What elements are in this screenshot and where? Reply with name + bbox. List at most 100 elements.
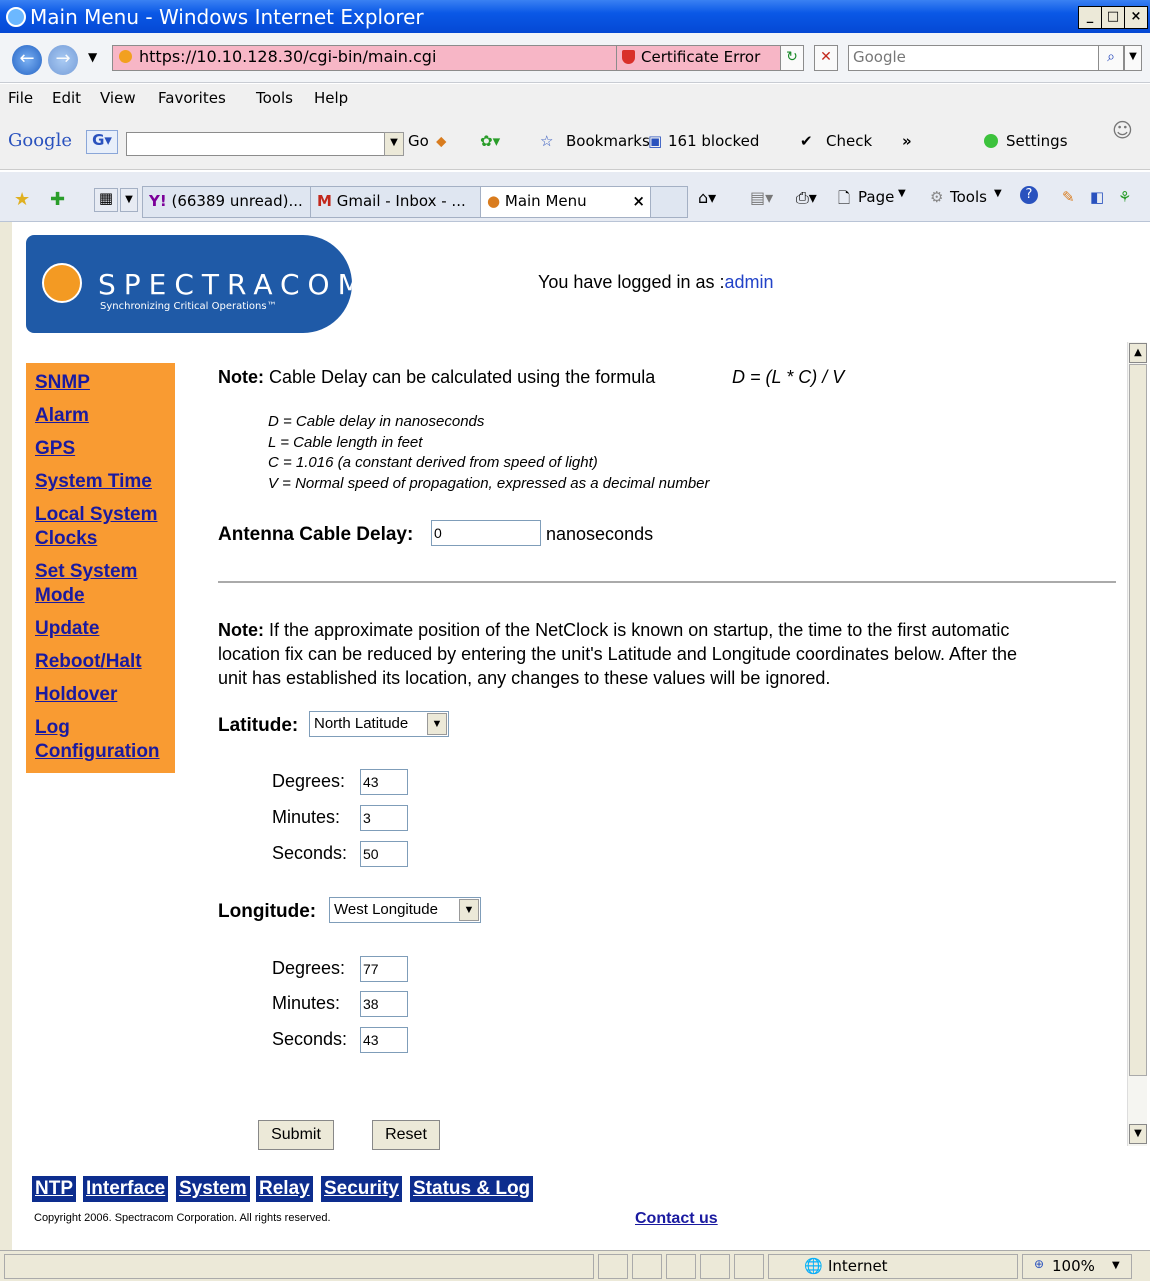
sidebar-item-local-system-clocks-2[interactable]: Clocks: [35, 527, 97, 551]
tools-menu-dropdown-icon[interactable]: ▼: [994, 188, 1002, 199]
settings-button[interactable]: Settings: [1006, 132, 1068, 150]
page-menu-dropdown-icon[interactable]: ▼: [898, 188, 906, 199]
scroll-down-icon[interactable]: ▼: [1129, 1124, 1147, 1144]
sidebar-item-system-time[interactable]: System Time: [35, 470, 152, 494]
lat-degrees-input[interactable]: [360, 769, 408, 795]
chevron-down-icon: ▼: [427, 713, 447, 735]
chevron-more-icon[interactable]: »: [902, 132, 912, 150]
print-icon[interactable]: ⎙▾: [796, 188, 817, 208]
reset-button[interactable]: Reset: [372, 1120, 440, 1150]
nav-status-log[interactable]: Status & Log: [410, 1176, 534, 1202]
puzzle-icon[interactable]: ✿▾: [480, 132, 500, 150]
settings-status-icon: [984, 134, 998, 148]
spellcheck-icon: ✔: [800, 132, 813, 150]
tab-list-icon[interactable]: ▼: [120, 188, 138, 212]
nav-relay[interactable]: Relay: [256, 1176, 313, 1202]
nav-interface[interactable]: Interface: [83, 1176, 169, 1202]
sidebar-item-update[interactable]: Update: [35, 617, 99, 641]
tab-gmail[interactable]: M Gmail - Inbox - ...: [310, 186, 484, 218]
nav-system[interactable]: System: [176, 1176, 250, 1202]
google-g-icon[interactable]: G▾: [86, 130, 118, 154]
menu-file[interactable]: File: [8, 89, 33, 107]
lon-degrees-input[interactable]: [360, 956, 408, 982]
sidebar-item-snmp[interactable]: SNMP: [35, 371, 90, 395]
lon-minutes-input[interactable]: [360, 991, 408, 1017]
sidebar-item-log-configuration[interactable]: Log: [35, 716, 70, 740]
sidebar-item-reboot-halt[interactable]: Reboot/Halt: [35, 650, 142, 674]
feeds-icon[interactable]: ▤▾: [750, 188, 773, 207]
scroll-thumb[interactable]: [1129, 364, 1147, 1076]
search-options-icon[interactable]: ▼: [1124, 45, 1142, 71]
star-icon: ☆: [540, 132, 554, 150]
lon-seconds-input[interactable]: [360, 1027, 408, 1053]
chevron-down-icon: ▼: [459, 899, 479, 921]
stop-icon[interactable]: ✕: [814, 45, 838, 71]
bookmarks-button[interactable]: Bookmarks: [566, 132, 650, 150]
menu-favorites[interactable]: Favorites: [158, 89, 226, 107]
account-icon[interactable]: ☺: [1112, 118, 1133, 142]
menu-edit[interactable]: Edit: [52, 89, 81, 107]
back-button[interactable]: ←: [12, 45, 42, 75]
maximize-button[interactable]: □: [1101, 6, 1125, 29]
lat-minutes-input[interactable]: [360, 805, 408, 831]
popup-icon[interactable]: ⬥: [436, 132, 447, 150]
new-tab-button[interactable]: [650, 186, 688, 218]
go-button[interactable]: Go: [408, 132, 429, 150]
messenger-icon[interactable]: ◧: [1090, 188, 1104, 206]
certificate-error-button[interactable]: Certificate Error: [616, 45, 798, 71]
sidebar-item-gps[interactable]: GPS: [35, 437, 75, 461]
status-panel: [734, 1254, 764, 1279]
sidebar-item-alarm[interactable]: Alarm: [35, 404, 89, 428]
google-search-dropdown-icon[interactable]: ▼: [384, 132, 404, 156]
sidebar-item-set-system-mode[interactable]: Set System: [35, 560, 137, 584]
contact-link[interactable]: Contact us: [635, 1210, 718, 1228]
vertical-scrollbar[interactable]: ▲ ▼: [1127, 342, 1147, 1146]
forward-button[interactable]: →: [48, 45, 78, 75]
sidebar-item-log-configuration-2[interactable]: Configuration: [35, 740, 160, 764]
menu-help[interactable]: Help: [314, 89, 348, 107]
longitude-select[interactable]: West Longitude ▼: [329, 897, 481, 923]
scroll-up-icon[interactable]: ▲: [1129, 343, 1147, 363]
lat-seconds-input[interactable]: [360, 841, 408, 867]
menu-tools[interactable]: Tools: [256, 89, 293, 107]
research-icon[interactable]: ✎: [1062, 188, 1075, 206]
address-field[interactable]: https://10.10.128.30/cgi-bin/main.cgi ▼: [112, 45, 640, 71]
help-icon[interactable]: ?: [1020, 186, 1038, 204]
search-icon[interactable]: ⌕: [1098, 45, 1124, 71]
close-window-button[interactable]: ×: [1124, 6, 1148, 29]
cable-delay-input[interactable]: [431, 520, 541, 546]
page-menu[interactable]: Page: [858, 188, 894, 206]
submit-button[interactable]: Submit: [258, 1120, 334, 1150]
quick-tabs-icon[interactable]: ▦: [94, 188, 118, 212]
latitude-select[interactable]: North Latitude ▼: [309, 711, 449, 737]
home-icon[interactable]: ⌂▾: [698, 188, 716, 207]
sidebar-item-local-system-clocks[interactable]: Local System: [35, 503, 158, 527]
minimize-button[interactable]: _: [1078, 6, 1102, 29]
sidebar-item-set-system-mode-2[interactable]: Mode: [35, 584, 85, 608]
zoom-level[interactable]: 100%: [1052, 1257, 1095, 1275]
add-favorite-icon[interactable]: ✚: [50, 189, 65, 210]
tab-main-menu[interactable]: ● Main Menu ×: [480, 186, 654, 218]
nav-ntp[interactable]: NTP: [32, 1176, 76, 1202]
addon-icon[interactable]: ⚘: [1118, 188, 1131, 206]
popup-blocked-count[interactable]: 161 blocked: [668, 132, 759, 150]
longitude-selected: West Longitude: [334, 901, 438, 918]
definition-c: C = 1.016 (a constant derived from speed…: [268, 454, 598, 471]
cable-delay-label: Antenna Cable Delay:: [218, 524, 414, 545]
lon-degrees-label: Degrees:: [272, 958, 346, 978]
nav-security[interactable]: Security: [321, 1176, 402, 1202]
tools-menu[interactable]: Tools: [950, 188, 987, 206]
google-search-field[interactable]: [126, 132, 390, 156]
user-link[interactable]: admin: [725, 272, 774, 292]
check-button[interactable]: Check: [826, 132, 872, 150]
recent-pages-dropdown-icon[interactable]: ▼: [88, 50, 97, 64]
search-input[interactable]: Google: [848, 45, 1100, 71]
zoom-icon: ⊕: [1034, 1257, 1045, 1271]
refresh-icon[interactable]: ↻: [780, 45, 804, 71]
tab-yahoo[interactable]: Y! (66389 unread)...: [142, 186, 314, 218]
close-tab-icon[interactable]: ×: [632, 187, 645, 215]
zoom-dropdown-icon[interactable]: ▼: [1112, 1260, 1120, 1271]
menu-view[interactable]: View: [100, 89, 136, 107]
favorites-star-icon[interactable]: ★: [14, 189, 30, 210]
sidebar-item-holdover[interactable]: Holdover: [35, 683, 117, 707]
